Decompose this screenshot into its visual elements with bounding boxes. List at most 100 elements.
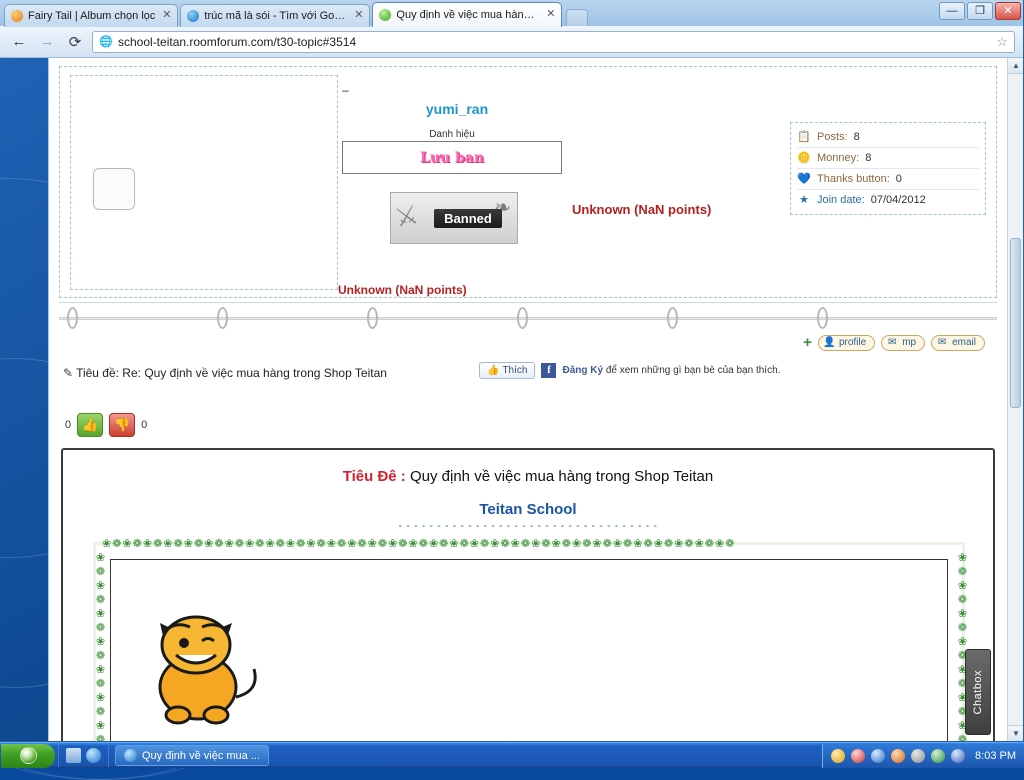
stat-value: 8 — [853, 131, 860, 143]
post-action-row: + 👤 profile ✉ mp ✉ email — [59, 334, 997, 356]
address-bar-url: school-teitan.roomforum.com/t30-topic#35… — [118, 34, 357, 49]
avatar-container — [70, 75, 338, 290]
close-icon[interactable]: ✕ — [544, 8, 557, 22]
stat-row-posts: 📋 Posts: 8 — [797, 127, 979, 148]
tab-label: Fairy Tail | Album chọn lọc — [28, 10, 156, 22]
close-icon[interactable]: ✕ — [352, 9, 365, 23]
user-stats-box: 📋 Posts: 8 🪙 Monney: 8 💙 Thanks button: — [790, 122, 986, 215]
tab-fairy-tail[interactable]: Fairy Tail | Album chọn lọc ✕ — [4, 4, 179, 27]
volume-icon[interactable] — [911, 748, 926, 763]
taskbar: Quy định về việc mua ... 8:03 PM — [0, 742, 1024, 768]
tab-label: Quy định về việc mua hàng tro — [396, 9, 540, 21]
close-window-button[interactable]: ✕ — [995, 2, 1021, 20]
stat-key: Posts: — [817, 131, 848, 143]
system-tray: 8:03 PM — [822, 743, 1024, 768]
forward-button[interactable]: → — [36, 31, 58, 53]
vote-up-button[interactable]: 👍 — [77, 413, 104, 437]
tab-forum-topic[interactable]: Quy định về việc mua hàng tro ✕ — [372, 2, 563, 27]
stat-row-money: 🪙 Monney: 8 — [797, 148, 979, 169]
add-icon[interactable]: + — [803, 334, 812, 351]
post-subject-text: Tiêu đề: Re: Quy định về việc mua hàng t… — [76, 366, 387, 380]
rank-value-box: Lưu ban — [342, 141, 562, 174]
cartoon-cat-image — [158, 615, 257, 725]
content-title-rest: Quy định về việc mua hàng trong Shop Tei… — [409, 468, 714, 485]
scroll-up-arrow-icon[interactable]: ▲ — [1008, 58, 1023, 74]
content-title: Tiêu Đê : Quy định về việc mua hàng tron… — [63, 468, 993, 485]
post-content-card: Tiêu Đê : Quy định về việc mua hàng tron… — [61, 448, 995, 741]
stat-key: Monney: — [817, 152, 860, 164]
decorative-frame: ❀❁❀❁❀❁❀❁❀❁❀❁❀❁❀❁❀❁❀❁❀❁❀❁❀❁❀❁❀❁❀❁❀❁❀❁❀❁❀❁… — [93, 538, 968, 741]
profile-button[interactable]: 👤 profile — [817, 334, 876, 351]
vote-down-button[interactable]: 👎 — [109, 413, 136, 437]
profile-button-label: profile — [838, 337, 867, 348]
taskbar-window-button[interactable]: Quy định về việc mua ... — [115, 745, 269, 766]
quick-launch-bar — [58, 744, 109, 767]
thumbs-up-icon: 👍 — [487, 365, 500, 376]
network-icon[interactable] — [871, 748, 886, 763]
new-tab-button[interactable] — [566, 9, 589, 26]
tab-label: trúc mã là sói - Tìm với Google — [204, 10, 348, 22]
vine-decoration-top: ❀❁❀❁❀❁❀❁❀❁❀❁❀❁❀❁❀❁❀❁❀❁❀❁❀❁❀❁❀❁❀❁❀❁❀❁❀❁❀❁… — [102, 538, 736, 550]
antivirus-icon[interactable] — [851, 748, 866, 763]
taskbar-window-label: Quy định về việc mua ... — [142, 749, 260, 762]
post-subject: ✎ Tiêu đề: Re: Quy định về việc mua hàng … — [63, 366, 387, 380]
messenger-icon[interactable] — [831, 748, 846, 763]
vote-row: 0 👍 👎 0 — [59, 408, 997, 442]
swords-icon: ⚔ — [392, 198, 422, 234]
chatbox-label: Chatbox — [972, 669, 984, 715]
email-icon: ✉ — [937, 336, 947, 348]
content-divider: - - - - - - - - - - - - - - - - - - - - … — [398, 520, 658, 532]
favicon-icon — [379, 9, 392, 21]
tab-google-search[interactable]: trúc mã là sói - Tìm với Google ✕ — [180, 4, 371, 27]
scroll-down-arrow-icon[interactable]: ▼ — [1008, 725, 1023, 741]
chatbox-tab[interactable]: Chatbox — [965, 649, 991, 735]
back-button[interactable]: ← — [8, 31, 30, 53]
avatar — [93, 168, 135, 210]
subject-row: ✎ Tiêu đề: Re: Quy định về việc mua hàng … — [59, 362, 997, 402]
stat-row-joindate: ★ Join date: 07/04/2012 — [797, 190, 979, 210]
media-icon[interactable] — [891, 748, 906, 763]
post-username[interactable]: yumi_ran — [342, 101, 572, 117]
mail-icon: ✉ — [887, 336, 897, 348]
facebook-signup-rest: để xem những gì bạn bè của bạn thích. — [605, 365, 781, 376]
window-controls: — ❐ ✕ — [939, 2, 1021, 20]
post-dash: – — [342, 83, 349, 97]
tab-strip: Fairy Tail | Album chọn lọc ✕ trúc mã là… — [0, 0, 1023, 27]
content-title-prefix: Tiêu Đê : — [342, 468, 406, 485]
reload-button[interactable]: ⟳ — [64, 31, 86, 53]
favicon-icon — [11, 10, 23, 22]
shield-icon[interactable] — [931, 748, 946, 763]
show-desktop-icon[interactable] — [66, 748, 81, 763]
vote-up-count: 0 — [65, 419, 72, 431]
maximize-button[interactable]: ❐ — [967, 2, 993, 20]
profile-icon: 👤 — [822, 336, 836, 348]
facebook-like-button[interactable]: 👍 Thích — [479, 362, 536, 379]
minimize-button[interactable]: — — [939, 2, 965, 20]
note-icon: 📋 — [797, 131, 811, 143]
address-bar[interactable]: 🌐 school-teitan.roomforum.com/t30-topic#… — [92, 30, 1015, 53]
rank-label: Danh hiệu — [429, 129, 475, 140]
facebook-signup-link[interactable]: Đăng Ký — [562, 365, 603, 376]
facebook-like-label: Thích — [502, 365, 528, 376]
stat-value: 8 — [865, 152, 872, 164]
mp-button-label: mp — [902, 337, 917, 348]
decorative-separator — [59, 302, 997, 332]
browser-window: Fairy Tail | Album chọn lọc ✕ trúc mã là… — [0, 0, 1024, 742]
email-button[interactable]: ✉ email — [931, 334, 985, 351]
bookmark-star-icon[interactable]: ☆ — [996, 34, 1008, 50]
start-orb-icon — [19, 747, 37, 764]
mp-button[interactable]: ✉ mp — [881, 334, 926, 351]
language-icon[interactable] — [951, 748, 966, 763]
browser-toolbar: ← → ⟳ 🌐 school-teitan.roomforum.com/t30-… — [0, 26, 1023, 58]
content-subtitle: Teitan School — [479, 501, 577, 518]
browser-icon[interactable] — [86, 748, 101, 763]
scrollbar-thumb[interactable] — [1010, 238, 1021, 408]
close-icon[interactable]: ✕ — [160, 9, 173, 23]
facebook-like-row: 👍 Thích f Đăng Ký để xem những gì bạn bè… — [479, 362, 780, 379]
browser-icon — [124, 749, 137, 762]
page-scrollbar[interactable]: ▲ ▼ — [1007, 58, 1023, 741]
start-button[interactable] — [1, 743, 55, 768]
page-viewport: – yumi_ran Danh hiệu Lưu ban ⚔ ❧ Banned … — [0, 58, 1023, 741]
forum-page: – yumi_ran Danh hiệu Lưu ban ⚔ ❧ Banned … — [48, 58, 1007, 741]
taskbar-clock[interactable]: 8:03 PM — [975, 750, 1016, 762]
